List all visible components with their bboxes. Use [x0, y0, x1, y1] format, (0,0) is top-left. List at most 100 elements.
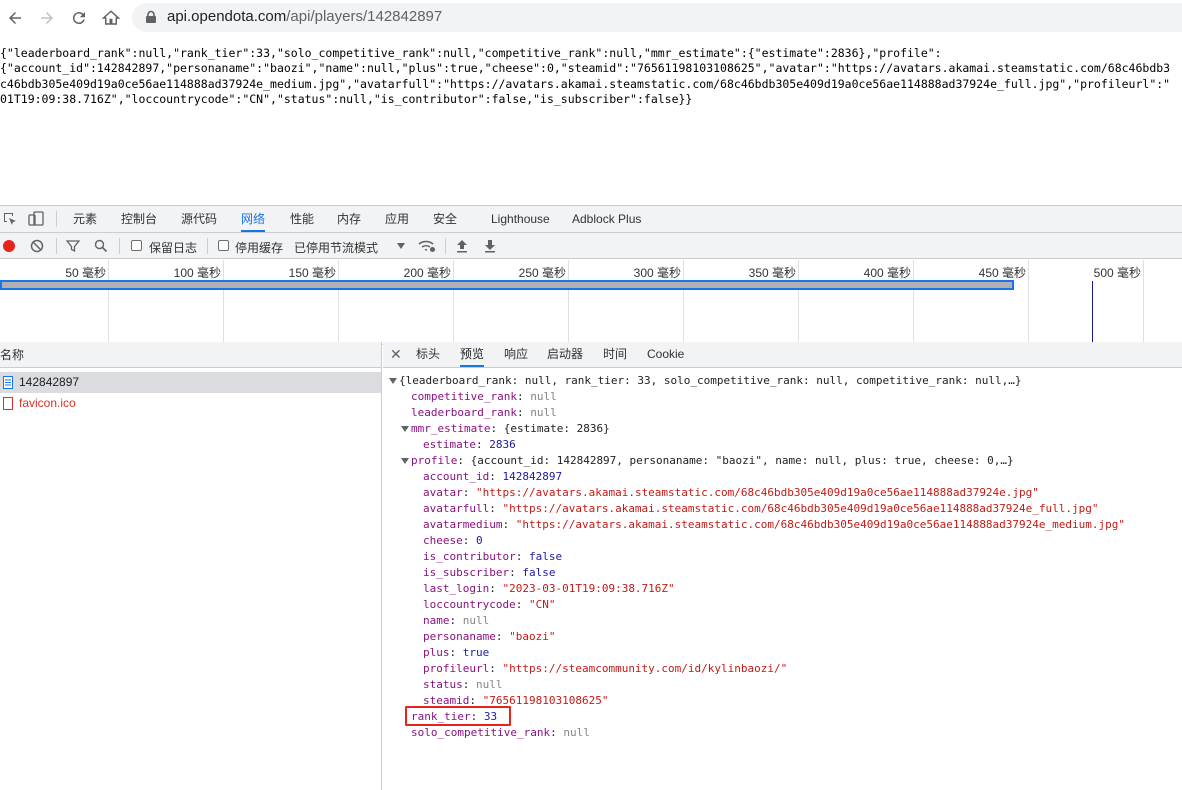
tree-key: estimate	[423, 438, 476, 451]
request-row[interactable]: 142842897	[0, 372, 381, 393]
file-error-icon	[3, 397, 13, 410]
tree-key: name	[423, 614, 450, 627]
grid-line	[683, 260, 684, 345]
tree-key: profileurl	[423, 662, 490, 675]
record-icon[interactable]	[2, 239, 16, 253]
disable-cache-checkbox[interactable]	[218, 240, 229, 251]
tab-adblock-plus[interactable]: Adblock Plus	[572, 206, 641, 232]
tab-memory[interactable]: 内存	[337, 206, 361, 232]
tree-node[interactable]: is_contributor: false	[383, 549, 1182, 565]
import-har-icon[interactable]	[456, 239, 468, 253]
tab-sources[interactable]: 源代码	[181, 206, 217, 232]
url-path: /api/players/142842897	[286, 8, 443, 25]
tree-node[interactable]: cheese: 0	[383, 533, 1182, 549]
request-row[interactable]: favicon.ico	[0, 393, 381, 414]
tree-node[interactable]: name: null	[383, 613, 1182, 629]
tree-key: plus	[423, 646, 450, 659]
document-icon	[3, 376, 13, 389]
url-host: api.opendota.com	[167, 8, 287, 25]
tick-label: 100 毫秒	[173, 266, 221, 280]
tree-key: solo_competitive_rank	[411, 726, 551, 739]
toolbar-separator	[56, 238, 57, 254]
tree-node[interactable]: competitive_rank: null	[383, 389, 1182, 405]
request-name: 142842897	[19, 375, 80, 389]
clear-icon[interactable]	[30, 239, 44, 253]
search-icon[interactable]	[94, 239, 108, 253]
tab-headers[interactable]: 标头	[416, 342, 440, 367]
tree-node[interactable]: profile: {account_id: 142842897, persona…	[383, 453, 1182, 469]
request-timing-bar	[0, 280, 1014, 290]
tree-value: true	[462, 646, 490, 659]
tree-node[interactable]: loccountrycode: "CN"	[383, 597, 1182, 613]
tree-value: "CN"	[528, 598, 556, 611]
tab-network[interactable]: 网络	[241, 206, 266, 232]
tab-console[interactable]: 控制台	[121, 206, 157, 232]
grid-line	[568, 260, 569, 345]
preserve-log-checkbox[interactable]	[131, 240, 142, 251]
tree-root[interactable]: {leaderboard_rank: null, rank_tier: 33, …	[383, 373, 1182, 389]
tree-summary: {account_id: 142842897, personaname: "ba…	[470, 454, 1014, 467]
tree-node[interactable]: leaderboard_rank: null	[383, 405, 1182, 421]
expand-triangle-icon[interactable]	[389, 378, 397, 384]
toolbar-separator	[445, 238, 446, 254]
expand-triangle-icon[interactable]	[401, 426, 409, 432]
name-column-header[interactable]: 名称	[0, 342, 381, 368]
tree-value: null	[530, 406, 557, 419]
root-summary: {leaderboard_rank: null, rank_tier: 33, …	[399, 374, 1022, 387]
tree-node[interactable]: profileurl: "https://steamcommunity.com/…	[383, 661, 1182, 677]
arrow-left-icon	[9, 12, 21, 24]
tree-key: mmr_estimate	[411, 422, 491, 435]
tree-node[interactable]: estimate: 2836	[383, 437, 1182, 453]
tab-preview[interactable]: 预览	[460, 342, 485, 367]
expand-triangle-icon[interactable]	[401, 458, 409, 464]
tab-response[interactable]: 响应	[504, 342, 528, 367]
tree-key: loccountrycode	[423, 598, 516, 611]
tab-application[interactable]: 应用	[385, 206, 409, 232]
tree-key: avatar	[423, 486, 463, 499]
tree-key: personaname	[423, 630, 496, 643]
tree-node[interactable]: last_login: "2023-03-01T19:09:38.716Z"	[383, 581, 1182, 597]
close-icon[interactable]: ✕	[390, 346, 402, 363]
tree-node[interactable]: avatar: "https://avatars.akamai.steamsta…	[383, 485, 1182, 501]
tree-value: "baozi"	[509, 630, 556, 643]
tree-value: null	[563, 726, 590, 739]
devtools-panel: 元素 控制台 源代码 网络 性能 内存 应用 安全 Lighthouse Adb…	[0, 205, 1182, 790]
tab-security[interactable]: 安全	[433, 206, 457, 232]
tree-value: "https://steamcommunity.com/id/kylinbaoz…	[502, 662, 788, 675]
tree-node[interactable]: status: null	[383, 677, 1182, 693]
tree-node[interactable]: is_subscriber: false	[383, 565, 1182, 581]
tab-timing[interactable]: 时间	[603, 342, 627, 367]
back-button[interactable]	[3, 6, 27, 30]
tree-key: is_contributor	[423, 550, 516, 563]
tree-node[interactable]: solo_competitive_rank: null	[383, 725, 1182, 741]
tree-node[interactable]: account_id: 142842897	[383, 469, 1182, 485]
tree-node[interactable]: avatarfull: "https://avatars.akamai.stea…	[383, 501, 1182, 517]
tree-node[interactable]: mmr_estimate: {estimate: 2836}	[383, 421, 1182, 437]
tree-node[interactable]: avatarmedium: "https://avatars.akamai.st…	[383, 517, 1182, 533]
tick-label: 300 毫秒	[633, 266, 681, 280]
address-bar[interactable]: api.opendota.com/api/players/142842897	[132, 3, 1182, 32]
filter-icon[interactable]	[66, 239, 80, 253]
forward-button[interactable]	[35, 6, 59, 30]
tick-label: 200 毫秒	[403, 266, 451, 280]
network-overview[interactable]: 50 毫秒 100 毫秒 150 毫秒 200 毫秒 250 毫秒 300 毫秒…	[0, 260, 1182, 345]
export-har-icon[interactable]	[484, 239, 496, 253]
tree-key: avatarfull	[423, 502, 490, 515]
tree-node[interactable]: personaname: "baozi"	[383, 629, 1182, 645]
home-button[interactable]	[99, 6, 123, 30]
tab-elements[interactable]: 元素	[73, 206, 97, 232]
inspect-element-icon[interactable]	[2, 211, 18, 227]
grid-line	[338, 260, 339, 345]
reload-button[interactable]	[67, 6, 91, 30]
throttling-select[interactable]: 已停用节流模式	[294, 239, 378, 256]
tree-node[interactable]: plus: true	[383, 645, 1182, 661]
device-toolbar-icon[interactable]	[28, 211, 44, 227]
tab-performance[interactable]: 性能	[290, 206, 314, 232]
tab-lighthouse[interactable]: Lighthouse	[491, 206, 550, 232]
network-conditions-icon[interactable]	[418, 239, 436, 253]
tab-cookies[interactable]: Cookie	[647, 342, 684, 367]
chevron-down-icon	[397, 243, 405, 249]
tab-initiator[interactable]: 启动器	[547, 342, 583, 367]
tree-value: "2023-03-01T19:09:38.716Z"	[502, 582, 675, 595]
json-preview-tree: {leaderboard_rank: null, rank_tier: 33, …	[383, 373, 1182, 741]
